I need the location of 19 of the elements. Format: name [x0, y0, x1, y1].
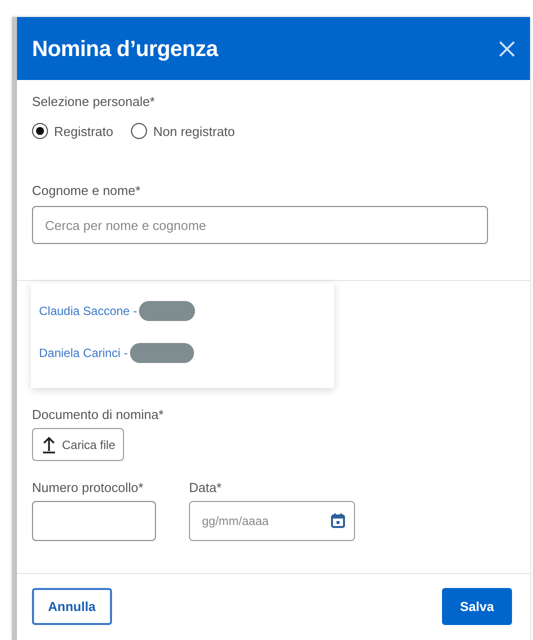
close-icon[interactable] — [498, 40, 516, 58]
suggestion-item[interactable]: Claudia Saccone - — [39, 304, 138, 318]
suggestion-item[interactable]: Daniela Carinci - — [39, 346, 128, 360]
field-label: Numero protocollo* — [32, 480, 144, 495]
input-field[interactable] — [32, 501, 156, 541]
cancel-button[interactable]: Annulla — [32, 588, 112, 625]
field-label: Documento di nomina* — [32, 407, 164, 422]
upload-button[interactable]: Carica file — [32, 428, 124, 461]
calendar-icon[interactable] — [331, 513, 345, 528]
date-field[interactable]: gg/mm/aaaa — [189, 501, 355, 541]
search-field[interactable]: Cerca per nome e cognome — [32, 206, 488, 244]
field-label: Data* — [189, 480, 223, 495]
radio-option[interactable]: Non registrato — [131, 123, 235, 139]
field-label: Selezione personale* — [32, 94, 155, 109]
upload-icon — [41, 436, 57, 454]
radio-option[interactable]: Registrato — [32, 123, 114, 139]
field-label: Cognome e nome* — [32, 183, 140, 198]
dialog-title: Nomina d’urgenza — [32, 36, 218, 62]
save-button[interactable]: Salva — [442, 588, 512, 625]
